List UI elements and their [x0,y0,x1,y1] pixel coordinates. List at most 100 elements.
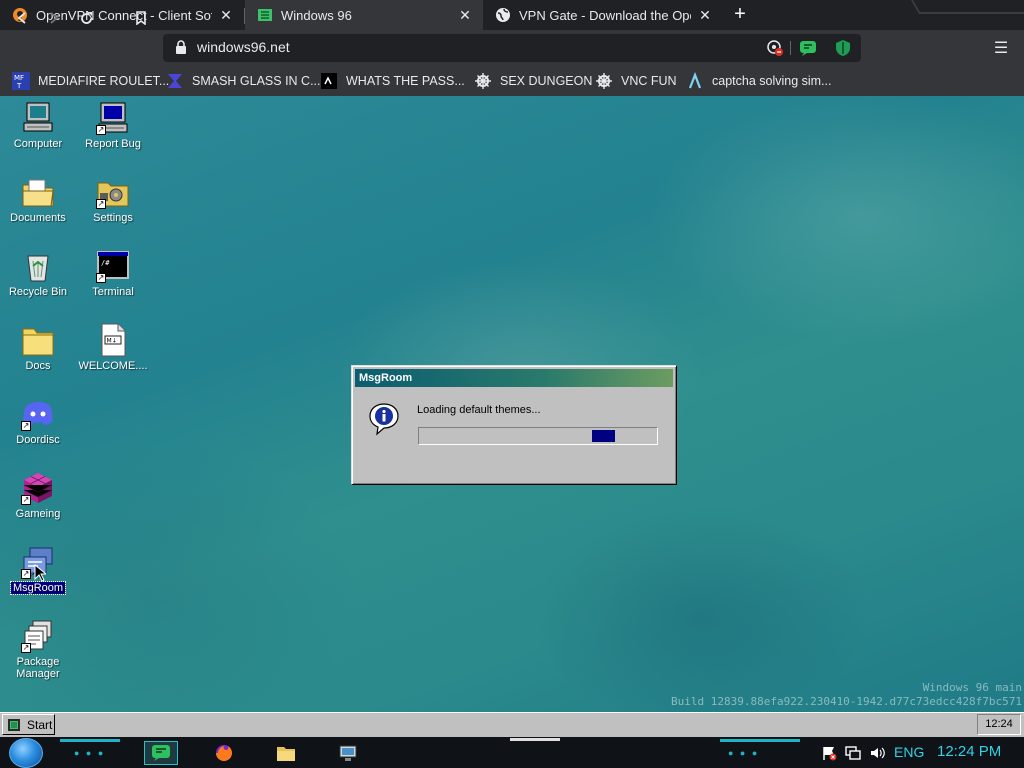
desktop-icon-settings[interactable]: ↗ Settings [75,175,151,224]
folder-documents-icon [21,175,55,209]
lock-icon [176,40,186,54]
tab-openvpn[interactable]: OpenVPN Connect - Client Software ✕ [0,0,244,30]
shortcut-arrow-icon: ↗ [96,273,106,283]
bookmark-item[interactable]: SEX DUNGEON [474,66,592,96]
file-explorer-icon [277,747,295,761]
bookmark-item[interactable]: MF T MEDIAFIRE ROULET... [12,66,169,96]
desktop-icon-doordisc[interactable]: ↗ Doordisc [0,397,76,446]
desktop-icon-label: Recycle Bin [8,286,68,298]
terminal-icon: /# ↗ [96,249,130,283]
desktop-icon-label: Computer [13,138,63,150]
mediafire-icon: MF T [12,72,30,90]
windows96-logo-icon [8,718,20,731]
taskbar-app-chat[interactable] [144,741,178,765]
discord-icon: ↗ [21,397,55,431]
desktop-icon-label: WELCOME.... [78,360,148,372]
taskbar-dots-decoration: ● ● ● [74,748,106,758]
shortcut-arrow-icon: ↗ [96,125,106,135]
chevron-bracket-icon [166,72,184,90]
bookmark-item[interactable]: VNC FUN [595,66,677,96]
svg-text:T: T [16,82,22,90]
svg-text:M↓: M↓ [107,338,117,345]
firefox-icon [216,745,232,761]
os-start-orb[interactable] [9,738,43,768]
shield-icon[interactable] [834,39,852,57]
dialog-titlebar[interactable]: MsgRoom [355,369,673,387]
build-version-string: Build 12839.88efa922.230410-1942.d77c73e… [671,695,1022,708]
desktop-icon-docs[interactable]: Docs [0,323,76,372]
desktop-icon-terminal[interactable]: /# ↗ Terminal [75,249,151,298]
folder-icon [21,323,55,357]
menu-icon[interactable]: ☰ [992,38,1010,57]
start-button[interactable]: Start [2,714,55,735]
desktop-icon-gameing[interactable]: ↗ Gameing [0,471,76,520]
svg-text:/#: /# [101,259,110,267]
build-version-title: Windows 96 main [922,681,1022,694]
forward-button[interactable] [43,7,65,29]
forward-arrow-icon [50,12,59,24]
desktop-icon-report-bug[interactable]: ↗ Report Bug [75,101,151,150]
desktop-icon-recycle-bin[interactable]: Recycle Bin [0,249,76,298]
bookmark-item[interactable]: WHATS THE PASS... [320,66,465,96]
desktop-icon-label: Terminal [92,286,134,298]
bookmark-label: captcha solving sim... [712,74,832,88]
input-language[interactable]: ENG [894,744,924,760]
close-icon[interactable]: ✕ [218,7,234,24]
chat-app-icon [152,745,170,761]
taskbar-app-remote[interactable] [331,741,365,765]
bookmark-button[interactable] [130,7,152,29]
bookmark-item[interactable]: captcha solving sim... [686,66,832,96]
action-center-flag-icon[interactable] [821,745,837,761]
remote-desktop-icon [339,745,357,761]
shortcut-arrow-icon: ↗ [21,495,31,505]
location-blocked-icon[interactable] [766,39,784,57]
start-label: Start [27,717,53,732]
close-icon[interactable]: ✕ [457,7,473,24]
bookmark-label: WHATS THE PASS... [346,74,465,88]
shortcut-arrow-icon: ↗ [21,569,31,579]
desktop-icon-label: MsgRoom [9,581,67,595]
desktop-icon-documents[interactable]: Documents [0,175,76,224]
bookmark-label: VNC FUN [621,74,677,88]
tab-windows96[interactable]: Windows 96 ✕ [245,0,483,30]
reload-icon [80,12,92,24]
bookmark-icon [136,11,146,26]
ship-wheel-icon [474,72,492,90]
window-frame-decoration [910,0,1024,14]
package-manager-icon: ↗ [21,619,55,653]
info-icon [369,403,399,436]
w96-clock: 12:24 [977,714,1021,735]
close-icon[interactable]: ✕ [697,7,713,24]
taskbar-app-firefox[interactable] [207,741,241,765]
dialog-message: Loading default themes... [417,404,541,416]
shortcut-arrow-icon: ↗ [21,643,31,653]
desktop-icon-package-manager[interactable]: ↗ Package Manager [0,619,76,680]
desktop-icon-computer[interactable]: Computer [0,101,76,150]
computer-icon [21,101,55,135]
desktop-icon-label: Documents [10,212,66,224]
bookmark-label: SMASH GLASS IN C... [192,74,321,88]
ship-wheel-icon [595,72,613,90]
back-button[interactable] [11,7,33,29]
recycle-bin-icon [21,249,55,283]
network-icon[interactable] [845,745,861,761]
desktop-icon-label: Settings [93,212,133,224]
cube-icon: ↗ [21,471,55,505]
bookmark-item[interactable]: SMASH GLASS IN C... [166,66,321,96]
omnibox-divider [790,41,791,55]
lambda-icon [686,72,704,90]
reload-button[interactable] [75,7,97,29]
url-text[interactable]: windows96.net [197,39,290,55]
os-clock[interactable]: 12:24 PM [937,743,1001,760]
desktop-icon-label: Gameing [15,508,61,520]
taskbar-app-explorer[interactable] [269,741,303,765]
taskbar-decoration [60,739,120,742]
new-tab-button[interactable]: + [728,3,752,27]
mouse-cursor-icon [34,564,46,582]
volume-icon[interactable] [869,745,885,761]
chat-extension-icon[interactable] [799,39,817,57]
desktop-icon-welcome[interactable]: M↓ WELCOME.... [75,323,151,372]
taskbar-decoration [720,739,800,742]
tab-vpngate[interactable]: VPN Gate - Download the OpenVPN ✕ [483,0,723,30]
desktop-icon-label: Report Bug [85,138,141,150]
